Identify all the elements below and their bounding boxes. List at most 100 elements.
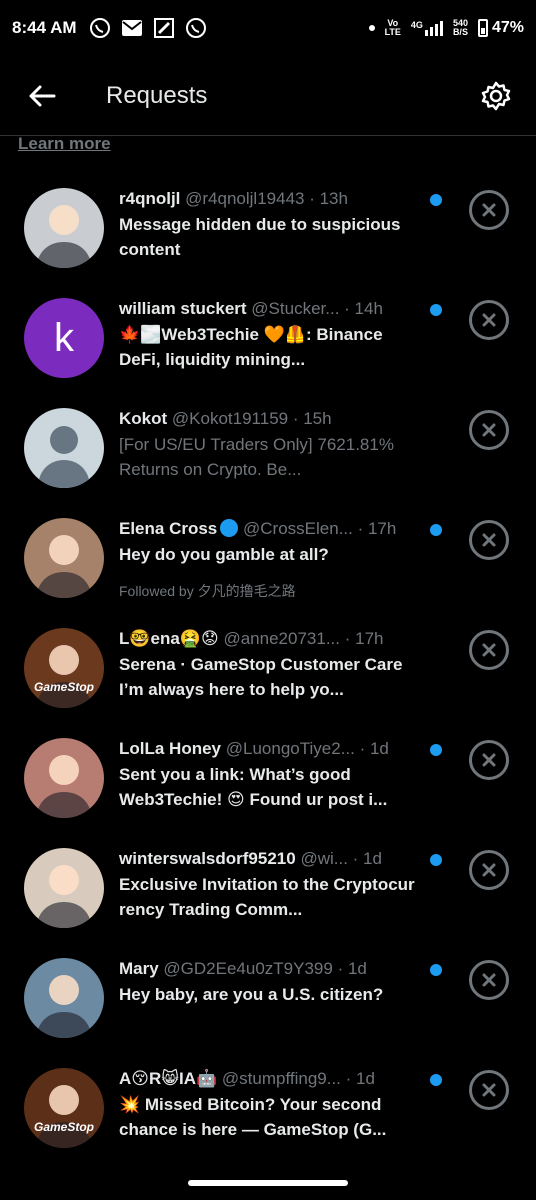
close-icon (482, 643, 496, 657)
unread-dot (430, 194, 442, 206)
message-time: · 15h (292, 409, 332, 428)
sender-line: winterswalsdorf95210 @wi... · 1d (119, 848, 419, 870)
avatar[interactable]: k (24, 298, 104, 378)
status-bar: 8:44 AM Vo LTE 4G 540 B/S 47% (0, 0, 536, 56)
request-row[interactable]: LolLa Honey @LuongoTiye2... · 1d Sent you… (0, 710, 536, 820)
sender-handle: @Kokot191159 (171, 409, 289, 428)
sender-name: winterswalsdorf95210 (119, 849, 296, 868)
unread-dot (430, 964, 442, 976)
close-icon (482, 753, 496, 767)
sender-handle: @stumpffing9... (221, 1069, 341, 1088)
avatar[interactable] (24, 958, 104, 1038)
sender-handle: @CrossElen... (243, 519, 353, 538)
message-time: · 1d (337, 959, 367, 978)
back-button[interactable] (12, 66, 72, 126)
battery-icon (477, 19, 488, 37)
requests-list: r4qnoljl @r4qnoljl19443 · 13h Message hid… (0, 160, 536, 1150)
profile-photo-icon (36, 865, 92, 928)
settings-button[interactable] (472, 72, 520, 120)
dismiss-request-button[interactable] (469, 630, 509, 670)
battery: 47% (477, 19, 524, 37)
request-row[interactable]: GameStop A😚R😸IA🤖 @stumpffing9... · 1d 💥 Mi… (0, 1040, 536, 1150)
profile-photo-icon (36, 645, 92, 708)
avatar[interactable] (24, 408, 104, 488)
dismiss-request-button[interactable] (469, 410, 509, 450)
avatar[interactable] (24, 188, 104, 268)
battery-percent: 47% (491, 19, 524, 36)
sender-name: william stuckert (119, 299, 247, 318)
request-content: L🤓ena🤮😟 @anne20731... · 17h Serena · Game… (119, 628, 419, 702)
request-row[interactable]: k william stuckert @Stucker... · 14h 🍁🌫️We… (0, 270, 536, 380)
close-icon (482, 203, 496, 217)
request-content: A😚R😸IA🤖 @stumpffing9... · 1d 💥 Missed Bit… (119, 1068, 419, 1142)
sender-name: Elena Cross (119, 519, 218, 538)
top-app-bar: Requests (0, 56, 536, 136)
sender-name: r4qnoljl (119, 189, 181, 208)
avatar[interactable] (24, 848, 104, 928)
message-time: · 1d (345, 1069, 375, 1088)
dismiss-request-button[interactable] (469, 740, 509, 780)
profile-photo-icon (36, 1085, 92, 1148)
message-preview: Message hidden due to suspicious content (119, 215, 401, 259)
back-arrow-icon (29, 85, 56, 106)
message-time: · 1d (359, 739, 389, 758)
sender-name: L🤓ena🤮😟 (119, 629, 219, 648)
close-icon (482, 973, 496, 987)
dismiss-request-button[interactable] (469, 190, 509, 230)
sender-name: Mary (119, 959, 159, 978)
request-row[interactable]: Kokot @Kokot191159 · 15h [For US/EU Trade… (0, 380, 536, 490)
sender-line: r4qnoljl @r4qnoljl19443 · 13h (119, 188, 419, 210)
whatsapp-icon (89, 17, 111, 39)
avatar[interactable] (24, 518, 104, 598)
sender-line: L🤓ena🤮😟 @anne20731... · 17h (119, 628, 419, 650)
message-time: · 17h (357, 519, 397, 538)
sender-handle: @GD2Ee4u0zT9Y399 (163, 959, 333, 978)
request-content: Mary @GD2Ee4u0zT9Y399 · 1d Hey baby, are … (119, 958, 419, 1007)
request-row[interactable]: Mary @GD2Ee4u0zT9Y399 · 1d Hey baby, are … (0, 930, 536, 1040)
notification-dot (368, 25, 375, 31)
request-row[interactable]: winterswalsdorf95210 @wi... · 1d Exclusiv… (0, 820, 536, 930)
message-preview: [For US/EU Traders Only] 7621.81% Return… (119, 435, 394, 479)
unread-dot (430, 304, 442, 316)
profile-photo-icon (36, 755, 92, 818)
close-icon (482, 423, 496, 437)
message-preview: Serena · GameStop Customer Care I’m alwa… (119, 655, 403, 699)
request-content: Kokot @Kokot191159 · 15h [For US/EU Trade… (119, 408, 419, 482)
avatar[interactable] (24, 738, 104, 818)
sender-name: LolLa Honey (119, 739, 222, 758)
close-icon (482, 313, 496, 327)
request-row[interactable]: r4qnoljl @r4qnoljl19443 · 13h Message hid… (0, 160, 536, 270)
default-avatar-icon (38, 426, 90, 488)
request-row[interactable]: GameStop L🤓ena🤮😟 @anne20731... · 17h Seren… (0, 600, 536, 710)
sender-line: LolLa Honey @LuongoTiye2... · 1d (119, 738, 419, 760)
request-content: william stuckert @Stucker... · 14h 🍁🌫️Web… (119, 298, 419, 372)
sender-handle: @anne20731... (223, 629, 340, 648)
message-time: · 1d (352, 849, 382, 868)
message-preview: Hey baby, are you a U.S. citizen? (119, 985, 384, 1004)
signal-icon: 4G (411, 20, 443, 36)
sender-line: william stuckert @Stucker... · 14h (119, 298, 419, 320)
sender-line: A😚R😸IA🤖 @stumpffing9... · 1d (119, 1068, 419, 1090)
learn-more-link[interactable]: Learn more (18, 134, 111, 154)
unread-dot (430, 854, 442, 866)
dismiss-request-button[interactable] (469, 850, 509, 890)
message-time: · 14h (344, 299, 383, 318)
dismiss-request-button[interactable] (469, 300, 509, 340)
dismiss-request-button[interactable] (469, 1070, 509, 1110)
avatar[interactable]: GameStop (24, 1068, 104, 1148)
dismiss-request-button[interactable] (469, 960, 509, 1000)
home-indicator[interactable] (188, 1180, 348, 1186)
whatsapp-icon (185, 17, 207, 39)
request-row[interactable]: Elena Cross @CrossElen... · 17h Hey do yo… (0, 490, 536, 600)
notification-icons (89, 17, 207, 39)
avatar-brand-text: GameStop (33, 1120, 94, 1134)
unread-dot (430, 524, 442, 536)
mail-icon (121, 17, 143, 39)
message-preview: 🍁🌫️Web3Techie 🧡🦺: Binance DeFi, liquidit… (119, 325, 383, 369)
net-speed: 540 B/S (452, 18, 468, 37)
close-icon (482, 533, 496, 547)
page-title: Requests (106, 81, 208, 109)
avatar[interactable]: GameStop (24, 628, 104, 708)
dismiss-request-button[interactable] (469, 520, 509, 560)
app-icon (153, 17, 175, 39)
